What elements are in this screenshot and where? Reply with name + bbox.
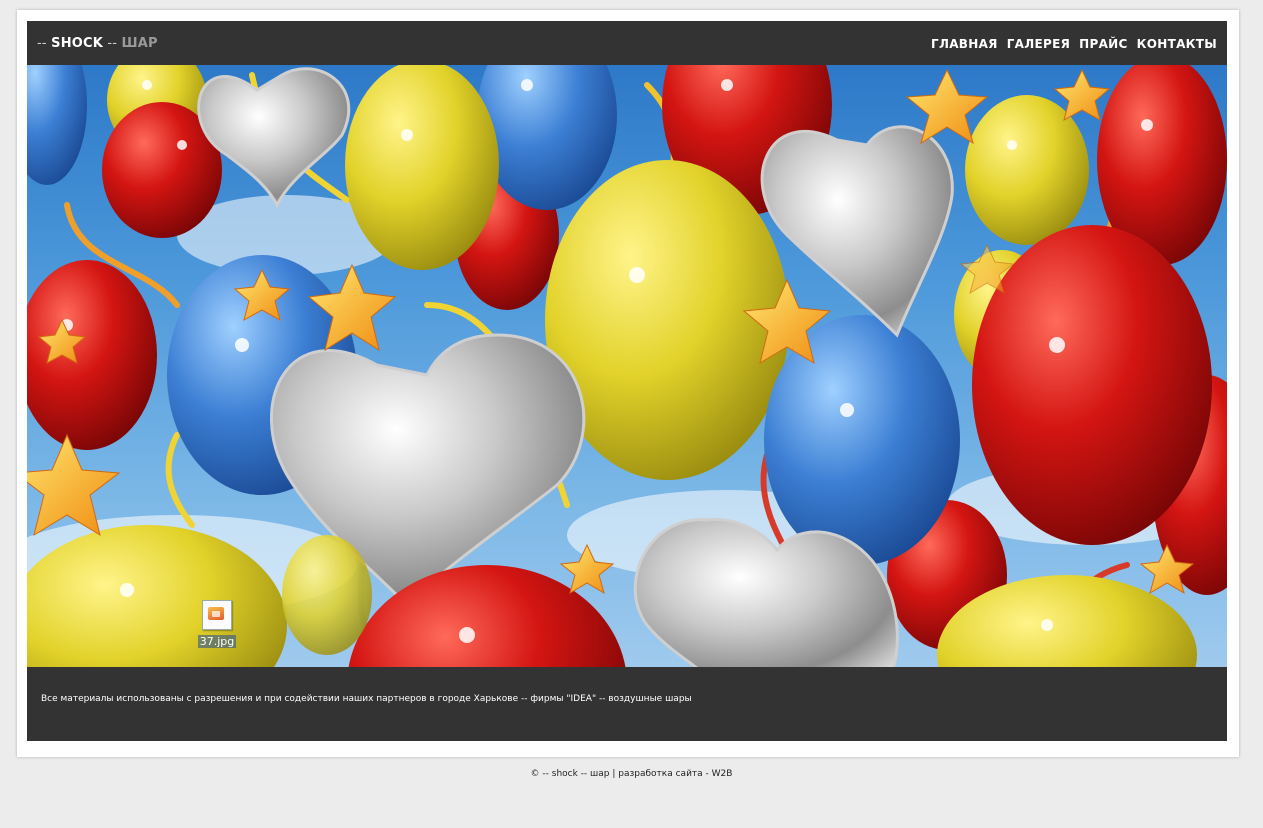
logo-sub: ШАР (121, 36, 158, 51)
file-name-label: 37.jpg (197, 635, 237, 648)
site-container: -- SHOCK -- ШАР ГЛАВНАЯ ГАЛЕРЕЯ ПРАЙС КО… (27, 21, 1227, 741)
copyright-text: © -- shock -- шар | разработка сайта - W… (530, 769, 733, 779)
balloons-banner-image: 37.jpg (27, 65, 1227, 667)
site-logo[interactable]: -- SHOCK -- ШАР (37, 36, 158, 51)
file-thumbnail[interactable]: 37.jpg (197, 600, 237, 649)
nav-item-gallery[interactable]: ГАЛЕРЕЯ (1007, 37, 1070, 51)
page-frame: -- SHOCK -- ШАР ГЛАВНАЯ ГАЛЕРЕЯ ПРАЙС КО… (17, 10, 1239, 757)
nav-item-contacts[interactable]: КОНТАКТЫ (1137, 37, 1217, 51)
logo-main: SHOCK (51, 36, 104, 51)
nav-item-price[interactable]: ПРАЙС (1079, 37, 1127, 51)
site-footer: Все материалы использованы с разрешения … (27, 667, 1227, 741)
jpg-file-icon (202, 600, 232, 630)
balloons-illustration (27, 65, 1227, 667)
logo-separator: -- (103, 36, 122, 51)
footer-credits-text: Все материалы использованы с разрешения … (41, 694, 692, 704)
logo-prefix: -- (37, 36, 52, 51)
site-header: -- SHOCK -- ШАР ГЛАВНАЯ ГАЛЕРЕЯ ПРАЙС КО… (27, 21, 1227, 65)
main-nav: ГЛАВНАЯ ГАЛЕРЕЯ ПРАЙС КОНТАКТЫ (931, 37, 1217, 51)
nav-item-home[interactable]: ГЛАВНАЯ (931, 37, 998, 51)
